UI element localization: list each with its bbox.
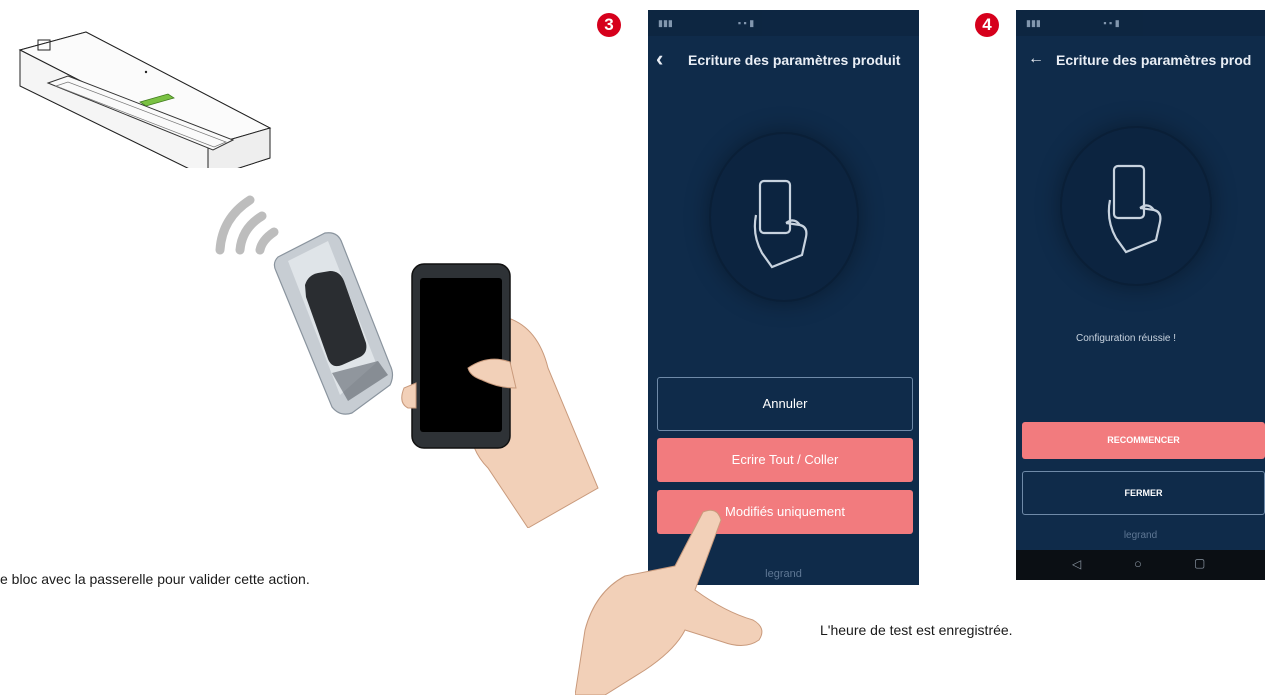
hand-phone-icon: [1107, 164, 1162, 254]
write-all-button[interactable]: Ecrire Tout / Coller: [657, 438, 913, 482]
back-chevron-icon[interactable]: ‹: [656, 46, 663, 72]
emergency-lighting-block-illustration: [18, 31, 272, 168]
smartphone-in-hand: [401, 263, 599, 528]
left-caption: e bloc avec la passerelle pour valider c…: [0, 571, 310, 587]
hand-phone-icon: [753, 179, 808, 269]
right-caption: L'heure de test est enregistrée.: [820, 622, 1013, 638]
status-bar: ▮▮▮ ▪ ▪ ▮: [1016, 10, 1265, 36]
phone-screen-4: ▮▮▮ ▪ ▪ ▮ ← Ecriture des paramètres prod…: [1016, 10, 1265, 580]
legrand-footer: legrand: [1123, 530, 1158, 541]
nav-back-icon[interactable]: ◁: [1072, 557, 1081, 571]
screen-title: Ecriture des paramètres prod: [1056, 52, 1252, 68]
step-4-badge: 4: [975, 13, 999, 37]
close-button[interactable]: FERMER: [1022, 471, 1265, 515]
restart-button[interactable]: RECOMMENCER: [1022, 422, 1265, 459]
pointing-hand: [575, 509, 763, 695]
back-arrow-icon[interactable]: ←: [1028, 50, 1044, 68]
step-3-badge: 3: [597, 13, 621, 37]
nav-recents-icon[interactable]: ▢: [1194, 556, 1205, 570]
success-message: Configuration réussie !: [1076, 333, 1177, 344]
nav-home-icon[interactable]: ○: [1134, 556, 1142, 571]
status-bar: ▮▮▮ ▪ ▪ ▮: [648, 10, 919, 36]
android-nav-bar: ◁ ○ ▢: [1016, 550, 1265, 580]
phone-screen-3: ▮▮▮ ▪ ▪ ▮ ‹ Ecriture des paramètres prod…: [648, 10, 919, 585]
cancel-button[interactable]: Annuler: [657, 377, 913, 431]
screen-title: Ecriture des paramètres produit: [688, 52, 901, 68]
